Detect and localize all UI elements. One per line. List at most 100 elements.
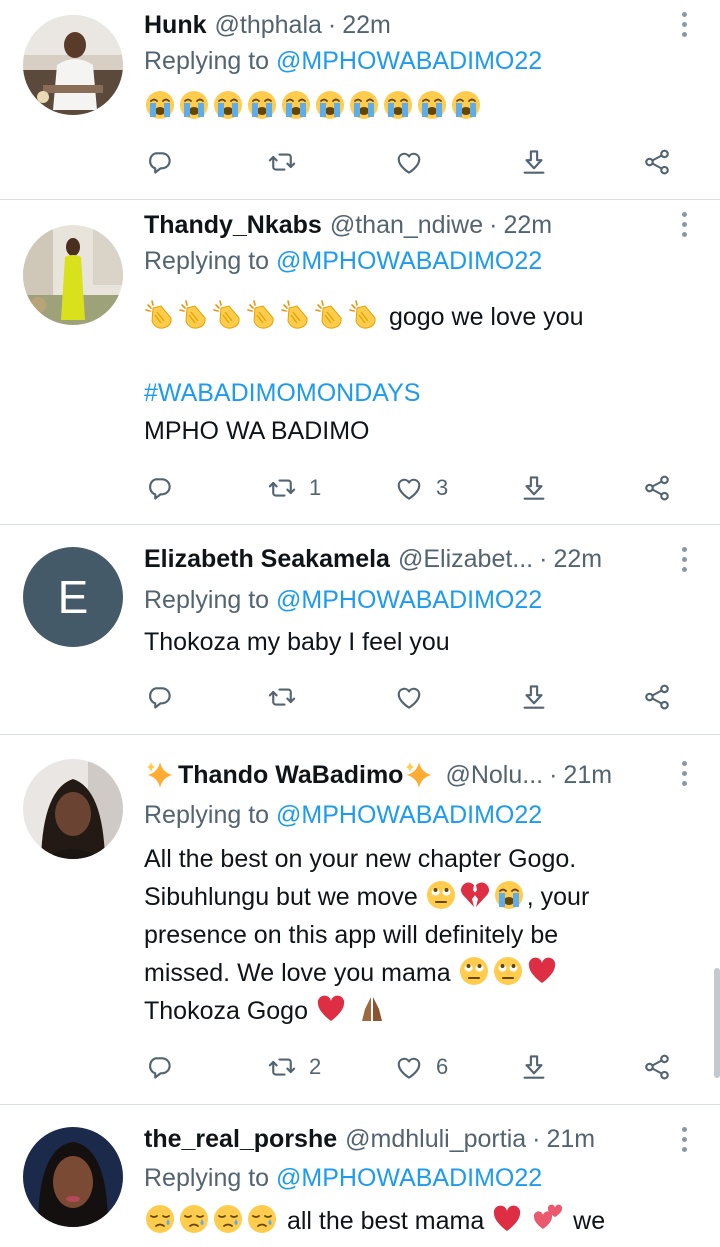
more-icon[interactable] [680, 761, 688, 791]
user-handle[interactable]: @mdhluli_portia [345, 1122, 526, 1156]
hashtag-link[interactable]: #WABADIMOMONDAYS [144, 374, 680, 412]
retweet-button[interactable]: 1 [267, 468, 321, 508]
like-count: 6 [436, 1054, 449, 1079]
tweet-actions: 1 3 [144, 468, 684, 508]
heart-icon [394, 473, 424, 503]
separator: · [539, 545, 548, 573]
display-name[interactable]: Thando WaBadimo [178, 758, 403, 792]
user-handle[interactable]: @thphala [215, 8, 322, 42]
loudly-crying-emoji [416, 89, 448, 121]
clapping-hands-emoji [144, 299, 176, 331]
mention-link[interactable]: @MPHOWABADIMO22 [276, 586, 542, 614]
download-icon [519, 1052, 549, 1082]
user-handle[interactable]: @than_ndiwe [330, 208, 483, 242]
download-button[interactable] [519, 468, 549, 508]
retweet-count: 1 [309, 475, 322, 500]
timestamp[interactable]: 22m [503, 208, 552, 242]
tweet-text-line: , your [526, 883, 590, 911]
more-icon[interactable] [680, 1127, 688, 1157]
tweet-text: gogo we love you #WABADIMOMONDAYS MPHO W… [144, 298, 680, 450]
share-button[interactable] [642, 468, 672, 508]
download-icon [519, 682, 549, 712]
scrollbar[interactable] [714, 968, 720, 1078]
more-icon[interactable] [680, 547, 688, 577]
tweet-header: Hunk @thphala · 22m [144, 8, 664, 42]
like-button[interactable] [394, 142, 424, 182]
replying-to: Replying to @MPHOWABADIMO22 [144, 1161, 542, 1195]
avatar[interactable] [23, 1127, 123, 1227]
tweet[interactable]: the_real_porshe @mdhluli_portia · 21m Re… [0, 1105, 720, 1247]
more-icon[interactable] [680, 212, 688, 242]
timestamp[interactable]: 21m [547, 1122, 596, 1156]
like-count: 3 [436, 475, 449, 500]
tweet-text-line: Thokoza Gogo [144, 997, 308, 1025]
share-button[interactable] [642, 1047, 672, 1087]
clapping-hands-emoji [212, 299, 244, 331]
mention-link[interactable]: @MPHOWABADIMO22 [276, 801, 542, 829]
tweet-text-line: Sibuhlungu but we move [144, 883, 418, 911]
share-button[interactable] [642, 677, 672, 717]
download-button[interactable] [519, 142, 549, 182]
heart-icon [394, 1052, 424, 1082]
tweet-header: Elizabeth Seakamela @Elizabet... · 22m [144, 542, 664, 576]
avatar[interactable]: E [23, 547, 123, 647]
like-button[interactable]: 6 [394, 1047, 448, 1087]
timestamp[interactable]: 21m [563, 758, 612, 792]
mention-link[interactable]: @MPHOWABADIMO22 [276, 247, 542, 275]
user-handle[interactable]: @Nolu... [445, 758, 543, 792]
reply-button[interactable] [144, 468, 174, 508]
tweet-text-line: Thokoza my baby I feel you [144, 628, 450, 656]
tweet-header: Thando WaBadimo @Nolu... · 21m [144, 758, 664, 792]
clapping-hands-emoji [246, 299, 278, 331]
loudly-crying-emoji [382, 89, 414, 121]
tweet-actions: 2 6 [144, 1047, 684, 1087]
download-button[interactable] [519, 677, 549, 717]
display-name[interactable]: Hunk [144, 8, 207, 42]
tweet[interactable]: E Elizabeth Seakamela @Elizabet... · 22m… [0, 525, 720, 735]
display-name[interactable]: Thandy_Nkabs [144, 208, 322, 242]
more-icon[interactable] [680, 12, 688, 42]
reply-icon [144, 682, 174, 712]
mention-link[interactable]: @MPHOWABADIMO22 [276, 1164, 542, 1192]
separator: · [532, 1125, 541, 1153]
user-handle[interactable]: @Elizabet... [398, 542, 533, 576]
replying-to: Replying to @MPHOWABADIMO22 [144, 798, 542, 832]
display-name[interactable]: Elizabeth Seakamela [144, 542, 390, 576]
timestamp[interactable]: 22m [553, 542, 602, 576]
avatar[interactable] [23, 15, 123, 115]
tweet[interactable]: Thandy_Nkabs @than_ndiwe · 22m Replying … [0, 200, 720, 525]
reply-icon [144, 1052, 174, 1082]
retweet-button[interactable]: 2 [267, 1047, 321, 1087]
rolling-eyes-emoji [458, 955, 490, 987]
like-button[interactable]: 3 [394, 468, 448, 508]
avatar[interactable] [23, 759, 123, 859]
display-name[interactable]: the_real_porshe [144, 1122, 337, 1156]
avatar[interactable] [23, 225, 123, 325]
tweet-header: Thandy_Nkabs @than_ndiwe · 22m [144, 208, 664, 242]
replying-to-label: Replying to [144, 247, 270, 275]
reply-button[interactable] [144, 677, 174, 717]
tweet[interactable]: Hunk @thphala · 22m Replying to @MPHOWAB… [0, 0, 720, 200]
tweet-text-line: presence on this app will definitely be [144, 921, 559, 949]
heart-icon [394, 682, 424, 712]
tweet-text: Thokoza my baby I feel you [144, 623, 680, 661]
tweet[interactable]: Thando WaBadimo @Nolu... · 21m Replying … [0, 735, 720, 1105]
timestamp[interactable]: 22m [342, 8, 391, 42]
retweet-button[interactable] [267, 142, 297, 182]
separator: · [327, 11, 337, 39]
clapping-hands-emoji [280, 299, 312, 331]
mention-link[interactable]: @MPHOWABADIMO22 [276, 47, 542, 75]
replying-to: Replying to @MPHOWABADIMO22 [144, 244, 542, 278]
sparkles-emoji [403, 759, 435, 791]
retweet-count: 2 [309, 1054, 322, 1079]
like-button[interactable] [394, 677, 424, 717]
retweet-button[interactable] [267, 677, 297, 717]
reply-button[interactable] [144, 142, 174, 182]
download-button[interactable] [519, 1047, 549, 1087]
retweet-icon [267, 147, 297, 177]
tweet-text: all the best mama we [144, 1202, 680, 1240]
share-button[interactable] [642, 142, 672, 182]
separator: · [489, 211, 498, 239]
replying-to: Replying to @MPHOWABADIMO22 [144, 44, 542, 78]
reply-button[interactable] [144, 1047, 174, 1087]
